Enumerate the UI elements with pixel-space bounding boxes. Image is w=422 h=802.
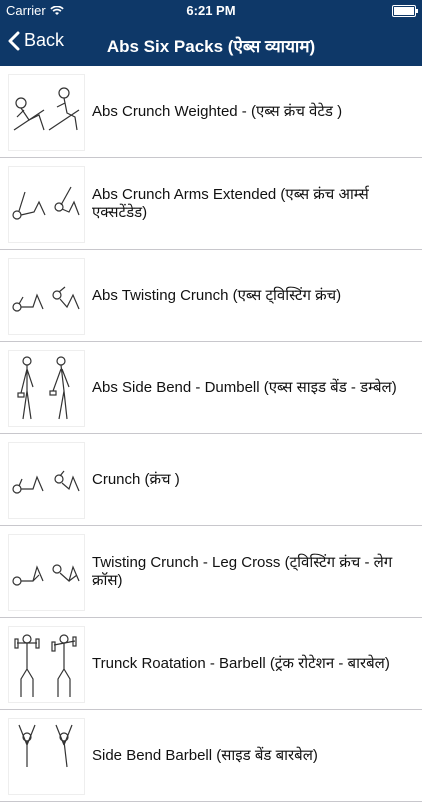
exercise-label: Trunck Roatation - Barbell (ट्रंक रोटेशन…	[92, 654, 390, 672]
crunch-weighted-icon	[8, 74, 85, 151]
list-item[interactable]: Side Bend Barbell (साइड बेंड बारबेल)	[0, 710, 422, 802]
navigation-bar: Back Abs Six Packs (ऐब्स व्यायाम)	[0, 22, 422, 66]
crunch-icon	[8, 442, 85, 519]
list-item[interactable]: Abs Crunch Arms Extended (एब्स क्रंच आर्…	[0, 158, 422, 250]
exercise-label: Side Bend Barbell (साइड बेंड बारबेल)	[92, 746, 318, 764]
page-title: Abs Six Packs (ऐब्स व्यायाम)	[106, 37, 316, 56]
list-item[interactable]: Twisting Crunch - Leg Cross (ट्विस्टिंग …	[0, 526, 422, 618]
list-item[interactable]: Trunck Roatation - Barbell (ट्रंक रोटेशन…	[0, 618, 422, 710]
trunk-rotation-barbell-icon	[8, 626, 85, 703]
list-item[interactable]: Abs Twisting Crunch (एब्स ट्विस्टिंग क्र…	[0, 250, 422, 342]
side-bend-dumbell-icon	[8, 350, 85, 427]
twisting-crunch-leg-cross-icon	[8, 534, 85, 611]
exercise-label: Crunch (क्रंच )	[92, 470, 180, 488]
list-item[interactable]: Abs Crunch Weighted - (एब्स क्रंच वेटेड …	[0, 66, 422, 158]
exercise-list: Abs Crunch Weighted - (एब्स क्रंच वेटेड …	[0, 66, 422, 802]
exercise-label: Abs Twisting Crunch (एब्स ट्विस्टिंग क्र…	[92, 286, 342, 304]
list-item[interactable]: Crunch (क्रंच )	[0, 434, 422, 526]
status-time: 6:21 PM	[186, 3, 236, 18]
twisting-crunch-icon	[8, 258, 85, 335]
battery-icon	[392, 5, 418, 17]
crunch-arms-extended-icon	[8, 166, 85, 243]
status-bar: Carrier 6:21 PM	[0, 0, 422, 22]
exercise-label: Abs Side Bend - Dumbell (एब्स साइड बेंड …	[92, 378, 397, 396]
list-item[interactable]: Abs Side Bend - Dumbell (एब्स साइड बेंड …	[0, 342, 422, 434]
exercise-label: Twisting Crunch - Leg Cross (ट्विस्टिंग …	[92, 553, 393, 589]
side-bend-barbell-icon	[8, 718, 85, 795]
exercise-label: Abs Crunch Arms Extended (एब्स क्रंच आर्…	[92, 185, 369, 221]
exercise-label: Abs Crunch Weighted - (एब्स क्रंच वेटेड …	[92, 102, 343, 120]
